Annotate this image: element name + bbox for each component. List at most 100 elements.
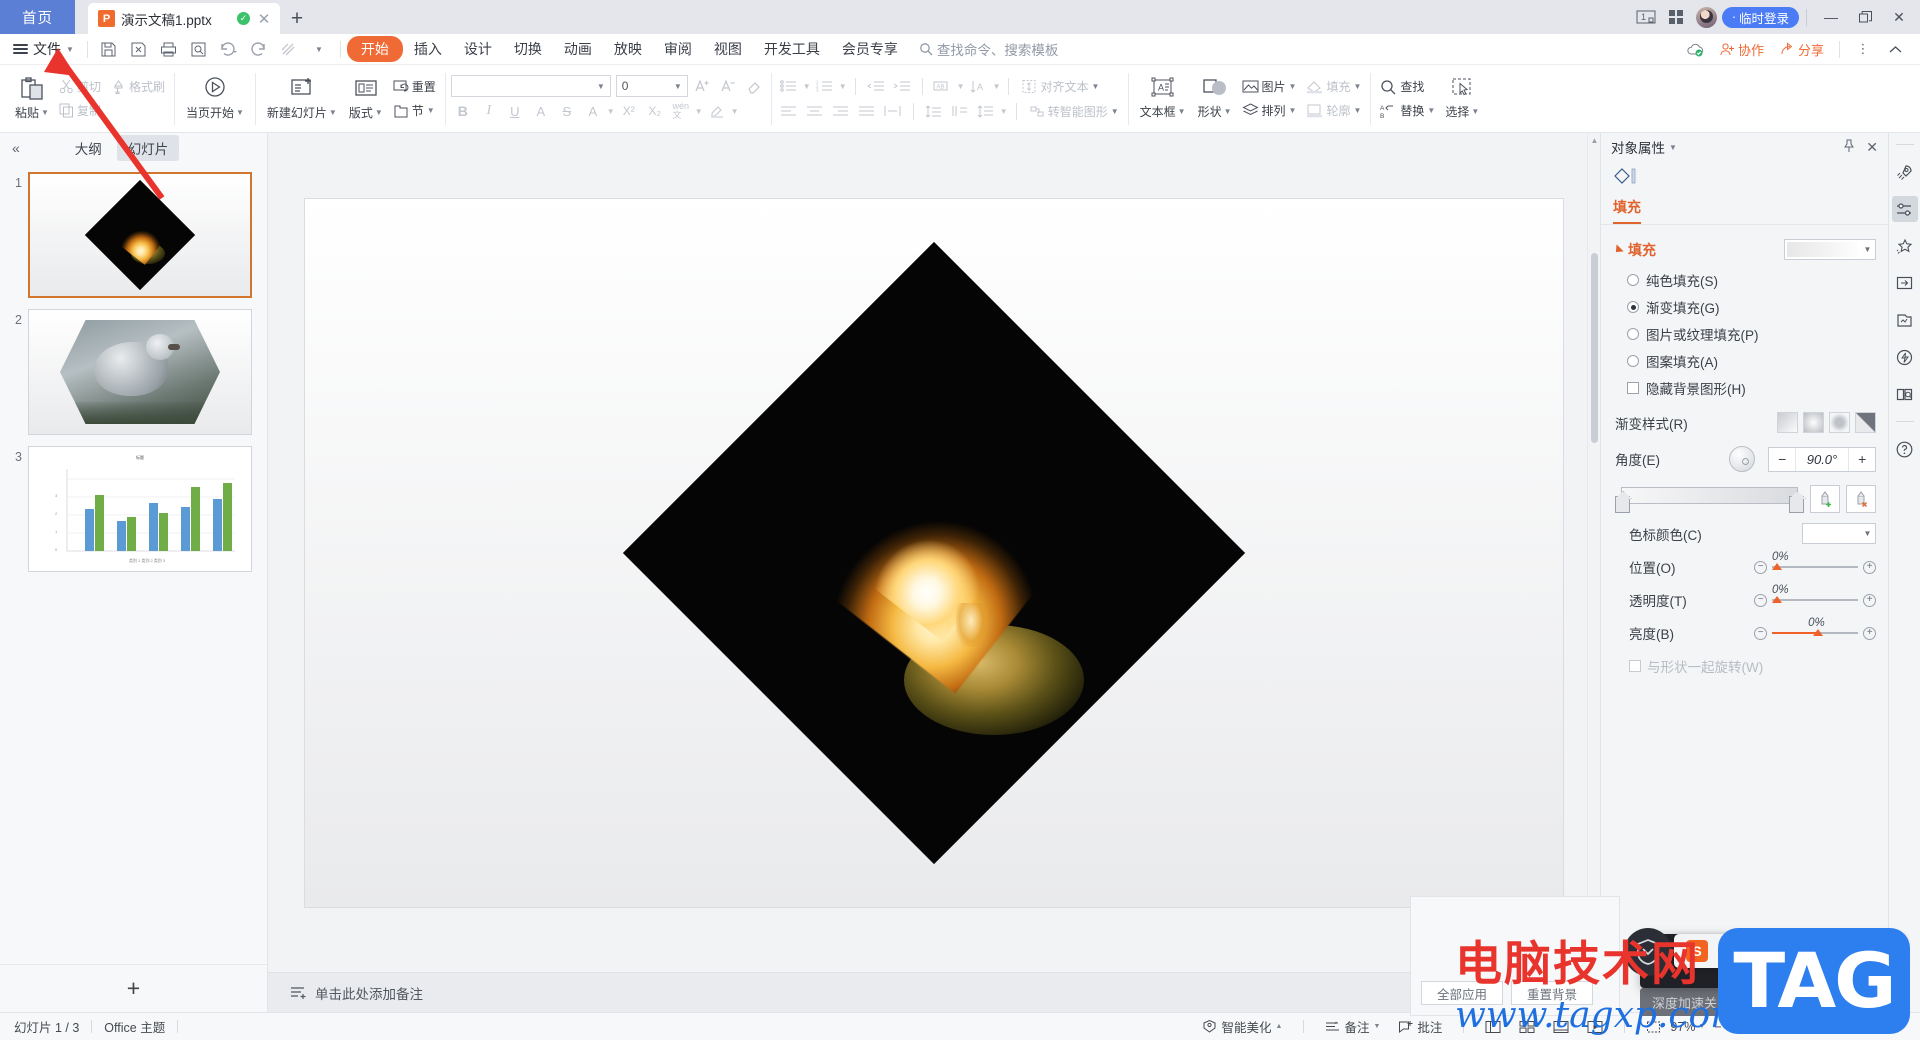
apply-all-button[interactable]: 全部应用 [1421,981,1503,1005]
document-tab[interactable]: P 演示文稿1.pptx ✓ ✕ [88,3,280,34]
list-item[interactable]: 3 标题 类别 1 类别 2 类别 3 0 1 2 3 [0,443,267,580]
option-gradient-fill[interactable]: 渐变填充(G) [1627,297,1888,317]
beautify-button[interactable]: 智能美化 ▲ [1193,1015,1291,1039]
cloud-sync-icon[interactable] [1681,36,1711,62]
tab-start[interactable]: 开始 [346,36,403,62]
sparkle-icon[interactable] [1892,233,1918,259]
reset-button[interactable]: 重置 [389,76,440,97]
gradient-style-linear[interactable] [1777,412,1798,433]
bullets-icon[interactable] [777,75,801,97]
properties-icon[interactable] [1891,196,1918,222]
position-slider[interactable]: − 0% + [1754,551,1876,574]
transparency-track[interactable]: 0% [1772,584,1858,603]
rocket-icon[interactable] [1892,159,1918,185]
justify-icon[interactable] [855,100,879,122]
save-as-icon[interactable] [124,36,154,62]
picture-button[interactable]: 图片 ▼ [1238,76,1301,97]
align-center-icon[interactable] [803,100,827,122]
increase-indent-icon[interactable] [890,75,914,97]
section-button[interactable]: 节 ▼ [389,100,439,121]
checkbox-hide-background[interactable] [1627,382,1639,394]
underline-icon[interactable]: U [503,100,527,122]
find-button[interactable]: 查找 [1376,76,1428,97]
position-increase-icon[interactable]: + [1863,560,1876,574]
text-shadow-icon[interactable]: A [529,100,553,122]
new-tab-button[interactable]: + [280,3,314,34]
columns-icon[interactable] [948,100,972,122]
layout-button[interactable]: 版式 ▼ [343,69,389,129]
start-from-current-button[interactable]: 当页开始 ▼ [180,69,250,129]
stop-color-select[interactable]: ▼ [1802,523,1876,544]
radio-solid-fill[interactable] [1627,274,1639,286]
list-item[interactable]: 1 [0,169,267,306]
tab-slides[interactable]: 幻灯片 [116,135,180,161]
tab-slideshow[interactable]: 放映 [603,36,653,62]
checkbox-rotate-with-shape[interactable] [1629,660,1641,672]
tab-developer[interactable]: 开发工具 [753,36,831,62]
save-icon[interactable] [94,36,124,62]
canvas-scrollbar[interactable]: ▲ ▼ [1587,133,1600,972]
avatar[interactable] [1695,6,1717,28]
remove-gradient-stop-icon[interactable] [1846,485,1876,513]
gradient-style-rectangular[interactable] [1829,412,1850,433]
phonetic-icon[interactable]: wén 文 [669,100,693,122]
brightness-thumb[interactable] [1813,629,1824,636]
tab-insert[interactable]: 插入 [403,36,453,62]
radio-gradient-fill[interactable] [1627,301,1639,313]
tab-design[interactable]: 设计 [453,36,503,62]
convert-to-smartart-button[interactable]: 转智能图形 ▼ [1025,101,1123,122]
option-picture-texture-fill[interactable]: 图片或纹理填充(P) [1627,324,1888,344]
position-track[interactable]: 0% [1772,551,1858,570]
more-options-icon[interactable]: ⋮ [1848,36,1878,62]
add-gradient-stop-icon[interactable] [1810,485,1840,513]
transparency-decrease-icon[interactable]: − [1754,593,1767,607]
print-preview-icon[interactable] [184,36,214,62]
shape-button[interactable]: 形状 ▼ [1192,69,1238,129]
slideshow-button[interactable] [1578,1015,1612,1039]
shape-fill-icon[interactable] [1613,167,1639,189]
brightness-slider[interactable]: − 0% + [1754,617,1876,640]
font-color-icon[interactable]: A [581,100,605,122]
line-spacing-icon[interactable] [974,100,998,122]
tab-member[interactable]: 会员专享 [831,36,909,62]
transparency-increase-icon[interactable]: + [1863,593,1876,607]
slide-canvas[interactable] [305,198,1563,907]
grow-font-icon[interactable] [690,75,714,97]
align-left-icon[interactable] [777,100,801,122]
brightness-increase-icon[interactable]: + [1863,626,1876,640]
rotate-with-shape-row[interactable]: 与形状一起旋转(W) [1601,656,1888,676]
reset-background-button[interactable]: 重置背景 [1511,981,1593,1005]
slide-thumbnail-list[interactable]: 1 2 3 标题 类别 1 类别 2 类别 3 0 1 2 3 [0,163,267,964]
bold-icon[interactable]: B [451,100,475,122]
slide-sorter-button[interactable] [1510,1015,1544,1039]
italic-icon[interactable]: I [477,100,501,122]
tab-review[interactable]: 审阅 [653,36,703,62]
tab-transition[interactable]: 切换 [503,36,553,62]
option-hide-background-graphics[interactable]: 隐藏背景图形(H) [1627,378,1888,398]
option-solid-fill[interactable]: 纯色填充(S) [1627,270,1888,290]
format-painter-button[interactable]: 格式刷 [107,76,169,97]
gradient-style-path[interactable] [1855,412,1876,433]
screenshot-icon[interactable] [1892,270,1918,296]
distribute-icon[interactable] [881,100,905,122]
shrink-font-icon[interactable] [716,75,740,97]
minimize-button[interactable]: — [1814,2,1848,32]
notes-pane[interactable]: 单击此处添加备注 [268,972,1600,1012]
numbering-icon[interactable]: 123 [813,75,837,97]
paragraph-spacing-icon[interactable] [922,100,946,122]
close-tab-icon[interactable]: ✕ [256,10,272,28]
reader-icon[interactable] [1892,381,1918,407]
close-panel-icon[interactable]: ✕ [1866,139,1878,156]
collaborate-button[interactable]: 协作 [1713,37,1771,62]
undo-icon[interactable] [214,36,244,62]
idea-icon[interactable] [1892,344,1918,370]
print-icon[interactable] [154,36,184,62]
highlight-icon[interactable] [705,100,729,122]
angle-decrease-button[interactable]: − [1769,448,1795,471]
collapse-ribbon-icon[interactable] [1880,36,1910,62]
copy-button[interactable]: 复制 [55,100,105,121]
tab-fill[interactable]: 填充 [1613,197,1641,224]
gradient-stop-end[interactable] [1789,496,1804,513]
align-text-button[interactable]: 对齐文本 ▼ [1017,76,1103,97]
format-brush-icon[interactable] [274,36,304,62]
